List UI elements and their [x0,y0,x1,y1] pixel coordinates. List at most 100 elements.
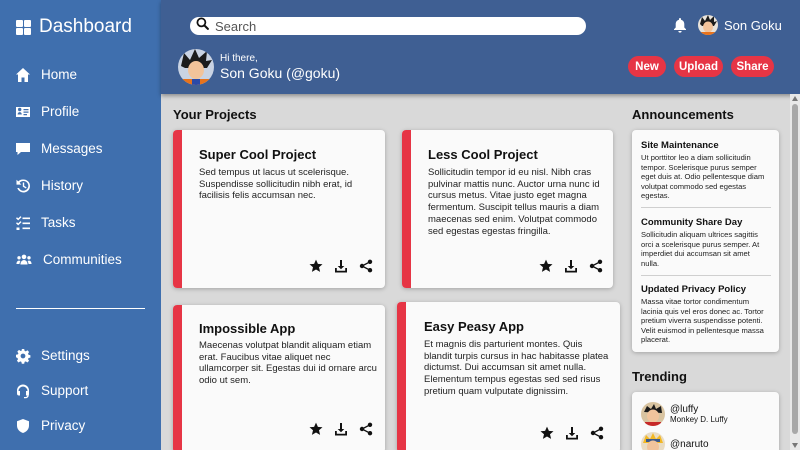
card-title: Easy Peasy App [424,319,524,334]
scrollbar[interactable] [790,94,800,450]
announcement-title: Community Share Day [641,217,743,228]
scrollbar-thumb[interactable] [792,104,798,434]
star-icon[interactable] [540,426,554,440]
sidebar-item-label: Home [41,67,78,82]
users-icon [15,252,33,268]
sidebar-item-support[interactable]: Support [0,373,161,408]
share-button[interactable]: Share [731,56,774,77]
projects-title: Your Projects [173,107,257,122]
sidebar-item-label: Profile [41,104,80,119]
card-accent [173,305,182,450]
avatar [698,15,718,35]
sidebar-bottom-nav: Settings Support Privacy [0,338,161,443]
trending-handle: @luffy [670,404,699,415]
project-card[interactable]: Easy Peasy App Et magnis dis parturient … [397,302,620,450]
search-bar[interactable] [190,17,586,35]
project-card[interactable]: Less Cool Project Sollicitudin tempor id… [402,130,613,288]
avatar [641,402,665,426]
message-icon [15,141,31,157]
avatar [641,432,665,450]
sidebar-item-label: Settings [41,348,90,363]
bell-icon[interactable] [673,17,687,33]
scroll-down-arrow[interactable] [792,443,798,448]
card-actions [529,426,604,440]
app-title: Dashboard [39,16,132,37]
share-icon[interactable] [359,259,373,273]
id-card-icon [15,104,31,120]
sidebar-item-profile[interactable]: Profile [0,93,161,130]
user-name: Son Goku [724,17,782,33]
sidebar-item-settings[interactable]: Settings [0,338,161,373]
download-icon[interactable] [565,426,579,440]
announcement-text: Sollicitudin aliquam ultrices sagittis o… [641,230,760,268]
search-icon [196,17,215,35]
dashboard-grid-icon [16,19,31,35]
share-icon[interactable] [589,259,603,273]
sidebar-item-communities[interactable]: Communities [0,241,161,278]
card-accent [397,302,406,450]
sidebar-item-privacy[interactable]: Privacy [0,408,161,443]
card-title: Less Cool Project [428,147,538,162]
share-icon[interactable] [590,426,604,440]
sidebar-item-label: Communities [43,252,122,267]
card-actions [298,259,373,273]
trending-panel: @luffy Monkey D. Luffy @naruto [632,392,779,450]
download-icon[interactable] [334,259,348,273]
header: Son Goku Hi there, Son Goku (@goku) New … [161,0,800,94]
user-menu[interactable]: Son Goku [698,15,782,35]
scroll-up-arrow[interactable] [792,96,798,101]
star-icon[interactable] [309,422,323,436]
shield-icon [15,418,31,434]
download-icon[interactable] [564,259,578,273]
sidebar-divider [16,308,145,309]
sidebar-item-label: History [41,178,84,193]
announcement-title: Updated Privacy Policy [641,284,747,295]
project-card[interactable]: Super Cool Project Sed tempus ut lacus u… [173,130,385,288]
greeting-text: Hi there, [220,53,258,64]
sidebar-item-home[interactable]: Home [0,56,161,93]
sidebar-nav: Home Profile Messages History Tasks Comm… [0,56,161,278]
upload-button[interactable]: Upload [674,56,723,77]
share-icon[interactable] [359,422,373,436]
avatar [178,49,214,85]
trending-item[interactable]: @luffy Monkey D. Luffy [641,402,728,426]
sidebar-item-tasks[interactable]: Tasks [0,204,161,241]
card-actions [298,422,373,436]
announcement-item[interactable]: Site Maintenance Ut porttitor leo a diam… [641,140,769,201]
star-icon[interactable] [539,259,553,273]
announcement-item[interactable]: Community Share Day Sollicitudin aliquam… [641,217,769,268]
history-icon [15,178,31,194]
sidebar-item-messages[interactable]: Messages [0,130,161,167]
trending-handle: @naruto [670,438,709,450]
tasks-icon [15,215,31,231]
card-text: Et magnis dis parturient montes. Quis bl… [424,339,609,397]
trending-name: Monkey D. Luffy [670,415,728,424]
card-text: Sollicitudin tempor id eu nisl. Nibh cra… [428,167,600,237]
card-text: Sed tempus ut lacus ut scelerisque. Susp… [199,167,353,202]
sidebar: Dashboard Home Profile Messages History … [0,0,161,450]
announcements-panel: Site Maintenance Ut porttitor leo a diam… [632,130,779,352]
brand[interactable]: Dashboard [16,14,132,40]
download-icon[interactable] [334,422,348,436]
card-accent [402,130,411,288]
headset-icon [15,383,31,399]
new-button[interactable]: New [628,56,666,77]
card-accent [173,130,182,288]
announcement-title: Site Maintenance [641,140,719,151]
search-input[interactable] [215,18,575,34]
card-title: Impossible App [199,321,296,336]
announcement-text: Ut porttitor leo a diam sollicitudin tem… [641,153,765,201]
announcement-item[interactable]: Updated Privacy Policy Massa vitae torto… [641,284,769,345]
divider [641,207,771,208]
gear-icon [15,348,31,364]
trending-item[interactable]: @naruto [641,432,709,450]
trending-title: Trending [632,369,687,384]
sidebar-item-history[interactable]: History [0,167,161,204]
card-actions [528,259,603,273]
greeting: Hi there, Son Goku (@goku) [178,49,340,85]
greeting-name: Son Goku (@goku) [220,65,341,81]
project-card[interactable]: Impossible App Maecenas volutpat blandit… [173,305,385,450]
home-icon [15,67,31,83]
star-icon[interactable] [309,259,323,273]
announcements-title: Announcements [632,107,734,122]
